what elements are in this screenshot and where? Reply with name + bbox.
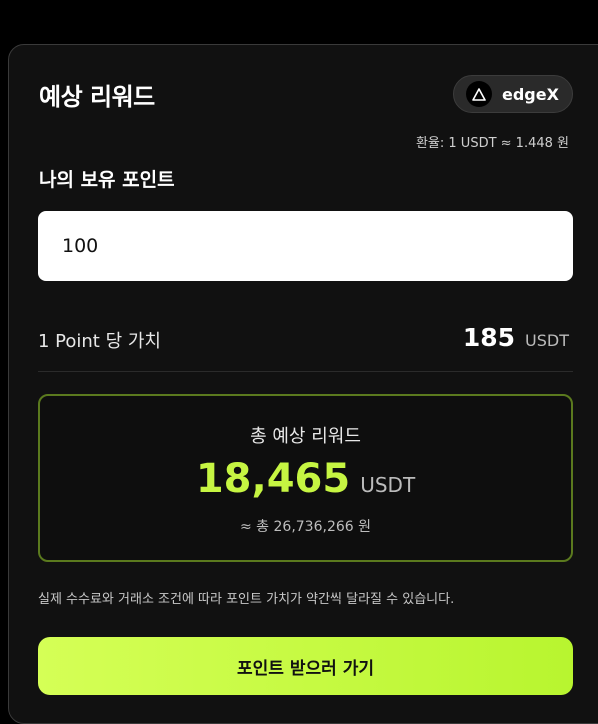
total-reward-box: 총 예상 리워드 18,465 USDT ≈ 총 26,736,266 원 [38, 394, 573, 562]
total-reward-number: 18,465 [195, 456, 351, 502]
exchange-badge[interactable]: edgeX [453, 75, 573, 113]
divider [38, 371, 573, 372]
per-point-unit: USDT [525, 331, 569, 350]
edgex-logo-icon [466, 81, 492, 107]
per-point-number: 185 [462, 323, 516, 352]
points-input[interactable] [38, 211, 573, 281]
disclaimer-text: 실제 수수료와 거래소 조건에 따라 포인트 가치가 약간씩 달라질 수 있습니… [38, 592, 455, 607]
total-reward-label: 총 예상 리워드 [250, 426, 361, 447]
per-point-value: 185 USDT [463, 323, 569, 352]
total-reward-value: 18,465 USDT [40, 456, 571, 502]
exchange-badge-label: edgeX [502, 84, 559, 104]
per-point-label: 1 Point 당 가치 [38, 331, 161, 352]
exchange-rate: 환율: 1 USDT ≈ 1.448 원 [415, 136, 569, 151]
total-reward-unit: USDT [360, 473, 416, 497]
card-title: 예상 리워드 [39, 83, 155, 111]
points-label: 나의 보유 포인트 [39, 169, 175, 191]
reward-card: 예상 리워드 edgeX 환율: 1 USDT ≈ 1.448 원 나의 보유 … [8, 44, 598, 724]
get-points-button[interactable]: 포인트 받으러 가기 [38, 637, 573, 695]
total-reward-krw: ≈ 총 26,736,266 원 [240, 519, 371, 535]
